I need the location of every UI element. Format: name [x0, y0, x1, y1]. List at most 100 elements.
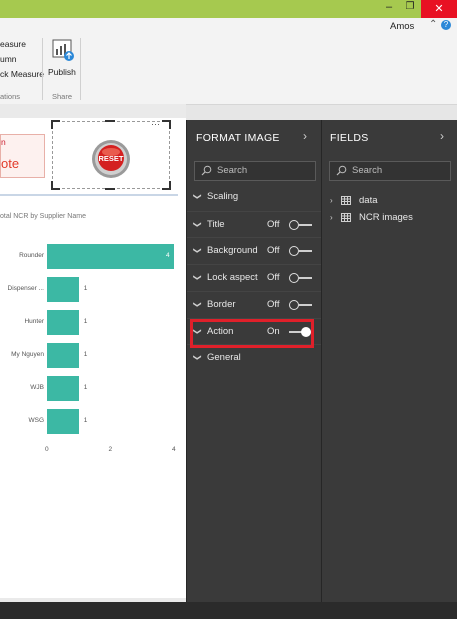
chevron-down-icon[interactable]: ❯: [193, 274, 202, 281]
format-card-border[interactable]: ❯ Border Off: [187, 290, 321, 318]
ribbon-item-new-measure[interactable]: easure: [0, 39, 26, 49]
card-visual-text: ote: [1, 156, 20, 171]
format-pane: FORMAT IMAGE › Search ❯ Scaling ❯ Title Off ❯…: [187, 120, 321, 602]
toggle-switch[interactable]: [289, 272, 313, 284]
expand-icon[interactable]: ›: [330, 196, 333, 205]
toggle-knob: [289, 299, 299, 310]
window-title-bar: – ❐ ✕: [0, 0, 457, 18]
bar-data-label: 1: [83, 384, 88, 391]
user-name[interactable]: Amos: [390, 21, 414, 32]
bar-data-label: 4: [166, 252, 170, 259]
format-pane-title: FORMAT IMAGE: [196, 132, 280, 144]
expand-icon[interactable]: ›: [330, 213, 333, 222]
toggle-state-label: Off: [267, 245, 280, 257]
bar-category-label: My Nguyen: [11, 351, 44, 358]
resize-handle[interactable]: [105, 188, 115, 190]
toggle-knob: [289, 246, 299, 257]
bar-category-label: Dispenser ...: [7, 285, 45, 292]
toggle-state-label: Off: [267, 218, 280, 230]
publish-label: Publish: [48, 67, 76, 77]
field-table-data[interactable]: › data: [328, 194, 448, 208]
fields-search-input[interactable]: Search: [329, 161, 451, 181]
bar-category-label: Rounder: [19, 252, 44, 259]
format-search-input[interactable]: Search: [194, 161, 316, 181]
format-card-label: Border: [207, 298, 236, 310]
bar-data-label: 1: [83, 285, 88, 292]
field-table-ncr-images[interactable]: › NCR images: [328, 211, 448, 225]
bar[interactable]: [47, 310, 79, 335]
publish-button[interactable]: Publish: [46, 36, 78, 80]
table-icon: [341, 196, 351, 205]
bar[interactable]: [47, 376, 79, 401]
close-button[interactable]: ✕: [421, 0, 457, 18]
bar[interactable]: [47, 277, 79, 302]
ribbon-separator: [42, 38, 43, 100]
bar-data-label: 1: [83, 351, 88, 358]
x-tick-label: 0: [45, 446, 49, 453]
ribbon-item-quick-measure[interactable]: ck Measure: [0, 69, 44, 79]
chevron-down-icon[interactable]: ❯: [193, 248, 202, 255]
bar-data-label: 1: [83, 318, 88, 325]
toggle-knob: [289, 219, 299, 230]
image-visual-selected[interactable]: ··· RESET: [51, 119, 171, 190]
collapse-ribbon-icon[interactable]: ⌃: [429, 19, 437, 30]
help-icon[interactable]: ?: [441, 20, 451, 30]
format-card-scaling[interactable]: ❯ Scaling: [187, 184, 321, 210]
format-card-label: Lock aspect: [207, 272, 258, 284]
ribbon-separator: [80, 38, 81, 100]
bar[interactable]: [47, 409, 79, 434]
toggle-track: [299, 250, 312, 253]
resize-handle[interactable]: [51, 181, 60, 190]
bar-category-label: WJB: [30, 384, 44, 391]
chevron-right-icon[interactable]: ›: [440, 129, 444, 143]
format-card-label: Title: [207, 218, 225, 230]
ribbon-group-share-label: Share: [52, 92, 73, 101]
format-card-general[interactable]: ❯ General: [187, 344, 321, 371]
bar[interactable]: [47, 244, 174, 269]
action-highlight-box: [190, 319, 314, 348]
bar[interactable]: [47, 343, 79, 368]
field-table-label: data: [359, 195, 378, 206]
format-card-label: Background: [207, 245, 258, 257]
reset-label: RESET: [98, 154, 124, 163]
chevron-down-icon[interactable]: ❯: [193, 301, 202, 308]
format-card-label: Scaling: [207, 191, 239, 202]
user-bar: Amos ⌃ ?: [0, 18, 457, 35]
chevron-right-icon[interactable]: ›: [303, 129, 307, 143]
field-table-label: NCR images: [359, 212, 413, 223]
bar-chart[interactable]: Rounder 4 Dispenser ... 1 Hunter 1 My Nguyen 1 W…: [0, 228, 186, 468]
toggle-switch[interactable]: [289, 245, 313, 257]
search-placeholder: Search: [217, 165, 248, 176]
more-options-icon[interactable]: ···: [151, 119, 160, 129]
resize-handle[interactable]: [105, 120, 115, 122]
visual-divider: [0, 194, 178, 196]
ribbon-item-new-column[interactable]: umn: [0, 54, 17, 64]
card-visual[interactable]: n ote: [0, 134, 45, 178]
toggle-switch[interactable]: [289, 219, 313, 231]
search-icon: [201, 165, 212, 176]
ribbon-group-calculations-label: ations: [0, 92, 21, 101]
format-card-background[interactable]: ❯ Background Off: [187, 237, 321, 264]
chart-title: otal NCR by Supplier Name: [0, 213, 86, 220]
maximize-button[interactable]: ❐: [400, 1, 420, 17]
report-page: n ote ··· RESET otal NCR by Supplier Nam…: [0, 118, 186, 598]
toggle-state-label: Off: [267, 298, 280, 310]
search-icon: [336, 165, 347, 176]
toggle-track: [299, 277, 312, 280]
fields-pane: FIELDS › Search › data › NCR images: [322, 120, 457, 602]
chevron-down-icon[interactable]: ❯: [193, 193, 202, 200]
resize-handle[interactable]: [162, 120, 171, 129]
format-card-title[interactable]: ❯ Title Off: [187, 210, 321, 238]
pane-divider: [186, 120, 187, 602]
publish-icon: [52, 39, 74, 61]
card-visual-text-top: n: [1, 137, 6, 147]
bar-category-label: WSG: [28, 417, 44, 424]
bar-data-label: 1: [83, 417, 88, 424]
format-card-lock-aspect[interactable]: ❯ Lock aspect Off: [187, 264, 321, 291]
resize-handle[interactable]: [162, 181, 171, 190]
chevron-down-icon[interactable]: ❯: [193, 221, 202, 228]
minimize-button[interactable]: –: [378, 1, 400, 17]
toggle-switch[interactable]: [289, 299, 313, 311]
resize-handle[interactable]: [51, 120, 60, 129]
chevron-down-icon[interactable]: ❯: [193, 354, 202, 361]
